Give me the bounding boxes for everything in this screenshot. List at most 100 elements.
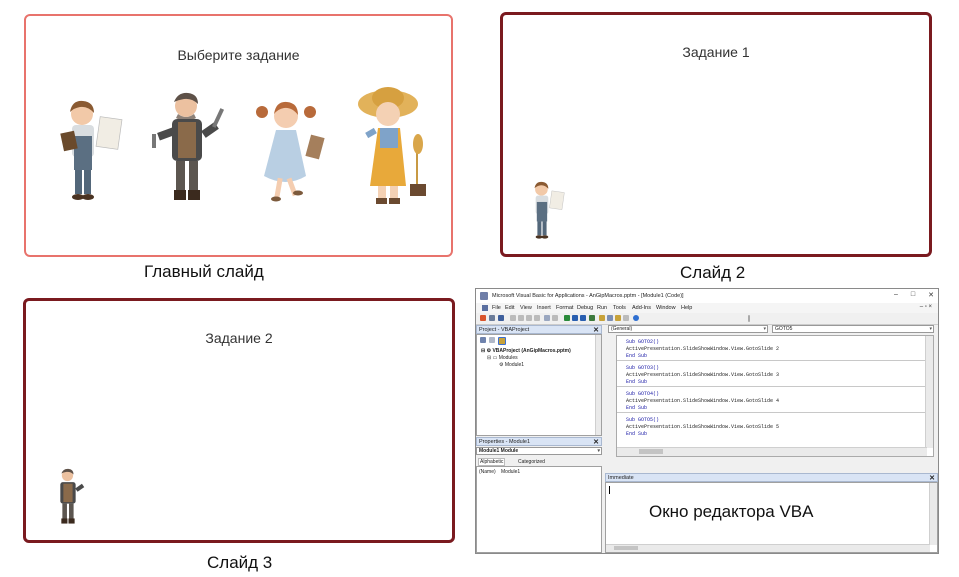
minimize-icon[interactable]: –: [894, 291, 898, 299]
farmer-girl-with-wheat-icon[interactable]: [352, 84, 442, 212]
vba-editor-label: Окно редактора VBA: [649, 502, 814, 521]
code-editor[interactable]: Sub GOTO2() ActivePresentation.SlideShow…: [616, 335, 934, 457]
redo-icon[interactable]: [552, 315, 558, 321]
slide1-caption: Главный слайд: [144, 262, 264, 281]
immediate-vertical-scrollbar[interactable]: [929, 483, 937, 545]
code-line: End Sub: [626, 379, 648, 385]
slide-2: Задание 1: [500, 12, 932, 257]
design-mode-icon[interactable]: [589, 315, 595, 321]
procedure-separator: [617, 412, 925, 413]
slide-title: Задание 2: [205, 330, 273, 346]
tab-alphabetic[interactable]: Alphabetic: [478, 458, 506, 466]
code-line: ActivePresentation.SlideShowWindow.View.…: [626, 424, 780, 430]
menu-format[interactable]: Format: [556, 305, 573, 311]
slide-3: Задание 2: [23, 298, 455, 543]
menu-help[interactable]: Help: [681, 305, 692, 311]
module-icon: [482, 305, 488, 311]
close-icon[interactable]: ✕: [928, 291, 934, 299]
code-line: Sub GOTO3(): [626, 365, 660, 371]
code-line: End Sub: [626, 405, 648, 411]
paste-icon[interactable]: [526, 315, 532, 321]
vba-titlebar: Microsoft Visual Basic for Applications …: [476, 289, 938, 304]
property-name[interactable]: (Name): [479, 469, 496, 475]
main-slide: Выберите задание: [24, 14, 453, 257]
maximize-icon[interactable]: □: [911, 291, 915, 299]
insert-icon[interactable]: [489, 315, 495, 321]
properties-pane-header: Properties - Module1 ✕: [476, 437, 602, 446]
code-line: Sub GOTO4(): [626, 391, 660, 397]
break-icon[interactable]: [572, 315, 578, 321]
find-icon[interactable]: [534, 315, 540, 321]
menu-view[interactable]: View: [520, 305, 532, 311]
slide3-caption: Слайд 3: [207, 553, 273, 572]
properties-pane-title: Properties - Module1: [479, 439, 531, 445]
immediate-title: Immediate: [608, 475, 634, 481]
toolbar-handle[interactable]: [748, 315, 750, 322]
tree-item-module1[interactable]: ⚙ Module1: [499, 362, 524, 368]
menu-insert[interactable]: Insert: [537, 305, 551, 311]
code-line: Sub GOTO2(): [626, 339, 660, 345]
menu-debug[interactable]: Debug: [577, 305, 593, 311]
text-cursor: [609, 486, 610, 494]
properties-window-icon[interactable]: [607, 315, 613, 321]
object-browser-icon[interactable]: [615, 315, 621, 321]
menu-tools[interactable]: Tools: [613, 305, 626, 311]
immediate-horizontal-scrollbar[interactable]: [606, 544, 930, 552]
save-icon[interactable]: [498, 315, 504, 321]
chevron-down-icon[interactable]: ▾: [597, 448, 600, 455]
run-icon[interactable]: [564, 315, 570, 321]
menu-run[interactable]: Run: [597, 305, 607, 311]
menu-window[interactable]: Window: [656, 305, 676, 311]
procedure-combo[interactable]: GOTO5 ▾: [772, 325, 934, 333]
code-line: End Sub: [626, 353, 648, 359]
standard-toolbar: [476, 313, 938, 325]
help-icon[interactable]: [633, 315, 639, 321]
menu-addins[interactable]: Add-Ins: [632, 305, 651, 311]
window-title: Microsoft Visual Basic for Applications …: [492, 293, 684, 299]
project-pane-title: Project - VBAProject: [479, 327, 530, 333]
code-line: Sub GOTO5(): [626, 417, 660, 423]
slide2-caption: Слайд 2: [680, 263, 746, 282]
cut-icon[interactable]: [510, 315, 516, 321]
reset-icon[interactable]: [580, 315, 586, 321]
powerpoint-icon[interactable]: [480, 315, 486, 321]
chevron-down-icon[interactable]: ▾: [763, 326, 766, 333]
mechanic-with-tools-icon[interactable]: [46, 465, 92, 531]
slide-title: Задание 1: [682, 44, 750, 60]
boy-with-clipboard-icon[interactable]: [50, 96, 130, 211]
scroll-thumb[interactable]: [614, 546, 638, 550]
tree-item-project[interactable]: ⊟ ⚙ VBAProject (AnGipMacros.pptm): [481, 348, 571, 354]
project-pane-header: Project - VBAProject ✕: [476, 325, 602, 334]
tree-item-modules[interactable]: ⊟ ▭ Modules: [487, 355, 518, 361]
chevron-down-icon[interactable]: ▾: [929, 326, 932, 333]
project-explorer-icon[interactable]: [599, 315, 605, 321]
menu-file[interactable]: File: [492, 305, 501, 311]
vba-app-icon: [480, 292, 488, 300]
properties-object-combo[interactable]: Module1 Module ▾: [476, 447, 602, 455]
toolbox-icon[interactable]: [623, 315, 629, 321]
view-object-icon[interactable]: [489, 337, 495, 343]
property-value[interactable]: Module1: [501, 469, 520, 475]
view-code-icon[interactable]: [480, 337, 486, 343]
project-tree: ⊟ ⚙ VBAProject (AnGipMacros.pptm) ⊟ ▭ Mo…: [476, 334, 602, 436]
procedure-separator: [617, 360, 925, 361]
slide-title: Выберите задание: [177, 47, 300, 63]
project-scrollbar[interactable]: [595, 335, 601, 435]
code-vertical-scrollbar[interactable]: [925, 336, 933, 448]
code-horizontal-scrollbar[interactable]: [617, 447, 927, 456]
undo-icon[interactable]: [544, 315, 550, 321]
immediate-pane-header: Immediate ✕: [605, 473, 938, 482]
procedure-separator: [617, 386, 925, 387]
copy-icon[interactable]: [518, 315, 524, 321]
toggle-folders-icon[interactable]: [498, 337, 506, 345]
mdi-controls[interactable]: – ▫ ×: [920, 304, 932, 310]
object-combo[interactable]: (General) ▾: [608, 325, 768, 333]
menu-edit[interactable]: Edit: [505, 305, 514, 311]
close-icon[interactable]: ✕: [593, 438, 599, 447]
boy-with-clipboard-icon[interactable]: [523, 179, 569, 245]
girl-with-clipboard-icon[interactable]: [250, 96, 340, 211]
properties-grid: (Name) Module1: [476, 466, 602, 553]
scroll-thumb[interactable]: [639, 449, 663, 454]
mechanic-with-tools-icon[interactable]: [144, 86, 234, 214]
tab-categorized[interactable]: Categorized: [518, 459, 545, 465]
